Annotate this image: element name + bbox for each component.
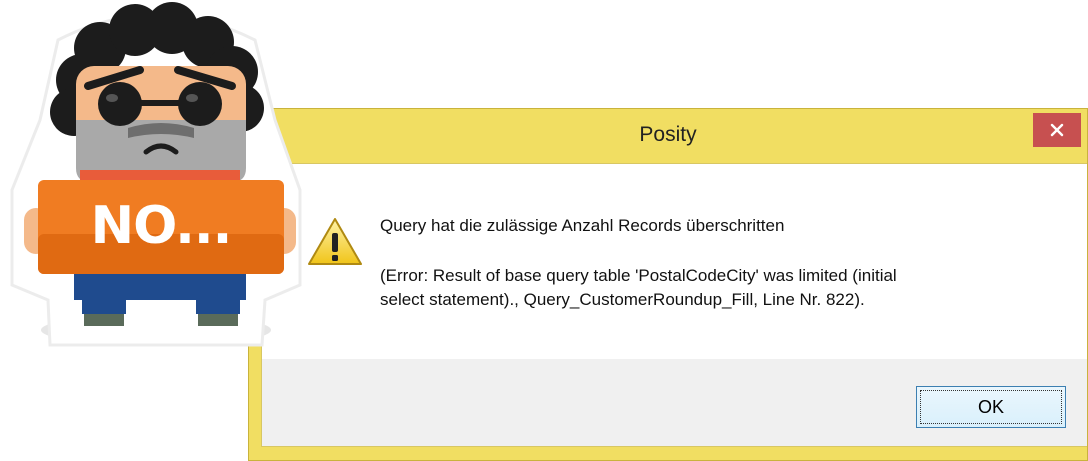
angry-man-illustration — [10, 2, 302, 347]
screen: Posity Query hat die zulässige Anzahl Re… — [0, 0, 1088, 461]
error-dialog: Posity Query hat die zulässige Anzahl Re… — [248, 108, 1088, 461]
sign-text: NO... — [90, 196, 233, 256]
message-area: Query hat die zulässige Anzahl Records ü… — [262, 164, 1087, 359]
close-icon — [1050, 123, 1064, 137]
close-button[interactable] — [1033, 113, 1081, 147]
error-detail: (Error: Result of base query table 'Post… — [380, 264, 1080, 312]
ok-button[interactable]: OK — [916, 386, 1066, 428]
warning-icon — [308, 218, 362, 265]
dialog-title: Posity — [639, 123, 697, 146]
error-detail-line-1: (Error: Result of base query table 'Post… — [380, 266, 897, 285]
title-bar[interactable]: Posity — [249, 109, 1087, 163]
no-sticker: NO... — [0, 0, 310, 360]
dialog-client-area: Query hat die zulässige Anzahl Records ü… — [261, 163, 1087, 447]
error-message: Query hat die zulässige Anzahl Records ü… — [380, 216, 785, 235]
error-detail-line-2: select statement)., Query_CustomerRoundu… — [380, 290, 865, 309]
